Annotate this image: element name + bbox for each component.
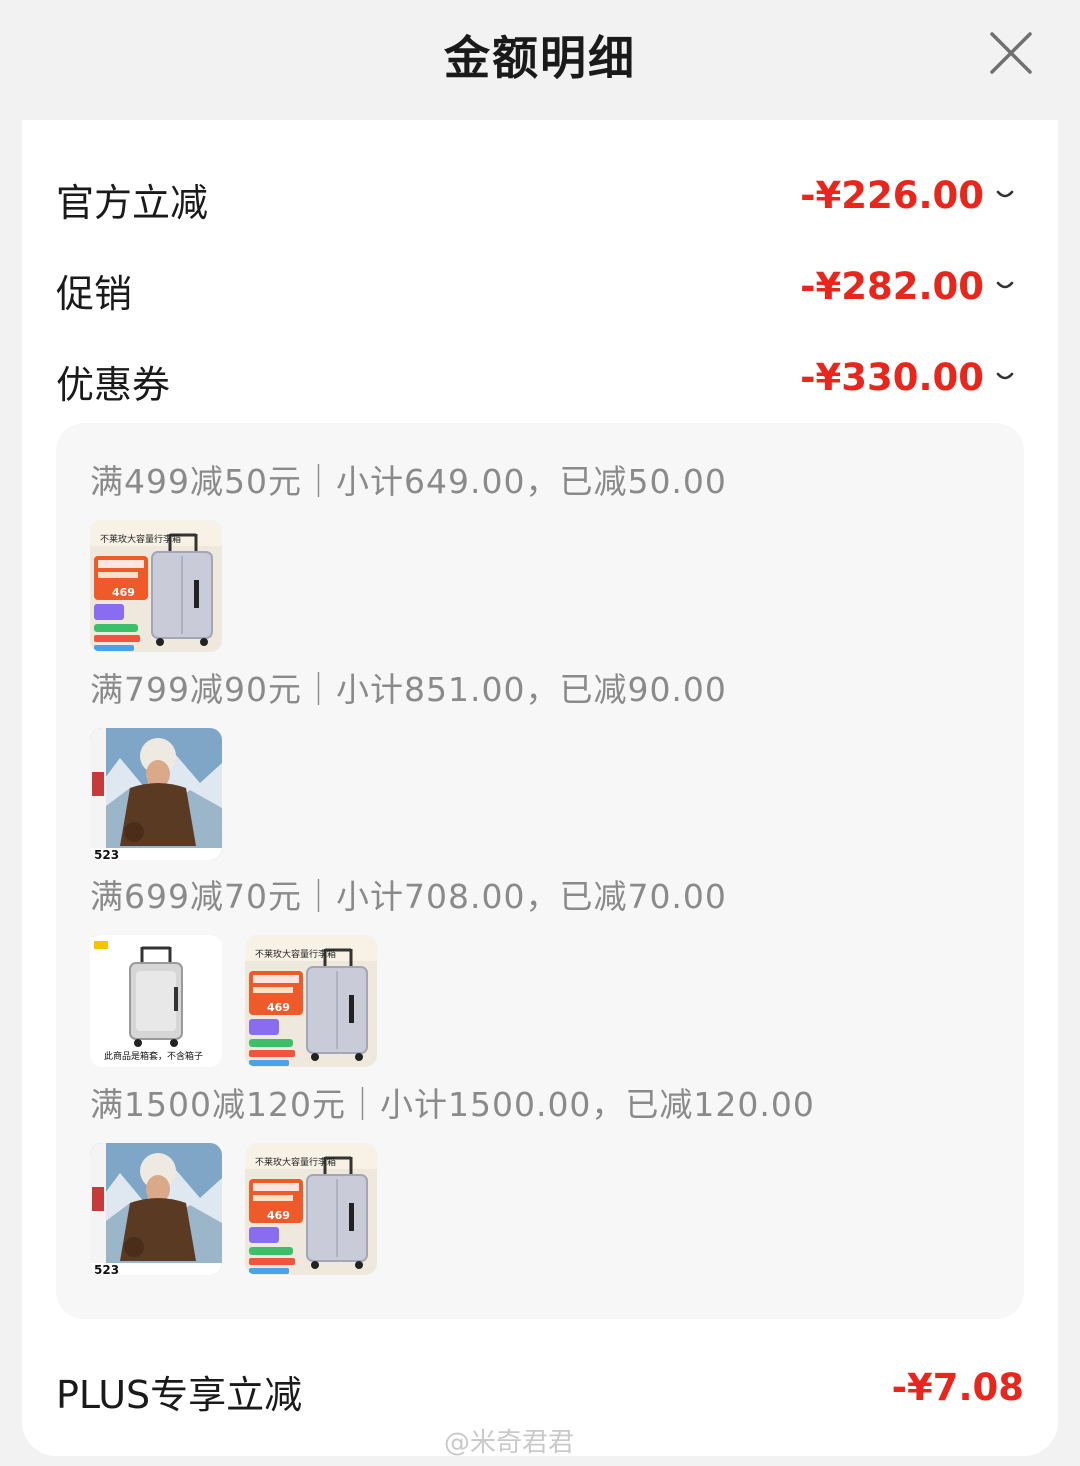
coupon-rule: 满799减90元｜小计851.00，已减90.00 bbox=[90, 670, 727, 709]
chevron-down-icon[interactable] bbox=[994, 184, 1016, 206]
chevron-up-icon[interactable] bbox=[994, 366, 1016, 388]
amount-detail-card: 官方立减 -¥226.00 促销 -¥282.00 优惠券 -¥330.00 满… bbox=[22, 120, 1058, 1456]
plus-discount-row: PLUS专享立减 -¥7.08 bbox=[56, 1360, 1024, 1420]
watermark: @米奇君君 bbox=[444, 1428, 575, 1458]
chevron-down-icon[interactable] bbox=[994, 275, 1016, 297]
suitcase-ad-headline: 不莱玫大容量行李箱 bbox=[255, 1156, 336, 1168]
suitcase-ad-price: 469 bbox=[112, 586, 135, 599]
product-thumbnail-jacket[interactable]: 523 bbox=[90, 728, 222, 860]
discount-amount: -¥330.00 bbox=[800, 356, 984, 399]
discount-row-coupon[interactable]: 优惠券 -¥330.00 bbox=[56, 350, 1016, 410]
jacket-price: 523 bbox=[94, 1263, 119, 1275]
product-thumbnail-suitcase[interactable]: 不莱玫大容量行李箱 469 bbox=[90, 520, 222, 652]
product-thumbnail-suitcase-cover[interactable]: 此商品是箱套，不含箱子 bbox=[90, 935, 222, 1067]
discount-row-official[interactable]: 官方立减 -¥226.00 bbox=[56, 168, 1016, 228]
suitcase-ad-price: 469 bbox=[267, 1001, 290, 1014]
product-thumbnail-suitcase[interactable]: 不莱玫大容量行李箱 469 bbox=[245, 935, 377, 1067]
discount-amount: -¥226.00 bbox=[800, 174, 984, 217]
discount-label: 优惠券 bbox=[56, 363, 171, 407]
product-thumbnail-jacket[interactable]: 523 bbox=[90, 1143, 222, 1275]
header: 金额明细 bbox=[0, 0, 1080, 120]
coupon-detail-panel: 满499减50元｜小计649.00，已减50.00 不莱玫大容量行李箱 469 … bbox=[56, 423, 1024, 1319]
product-thumbnail-suitcase[interactable]: 不莱玫大容量行李箱 469 bbox=[245, 1143, 377, 1275]
coupon-rule: 满1500减120元｜小计1500.00，已减120.00 bbox=[90, 1085, 815, 1124]
discount-label: 官方立减 bbox=[56, 181, 209, 225]
coupon-rule: 满499减50元｜小计649.00，已减50.00 bbox=[90, 462, 727, 501]
suitcase-ad-headline: 不莱玫大容量行李箱 bbox=[255, 948, 336, 960]
discount-amount: -¥282.00 bbox=[800, 265, 984, 308]
discount-row-promotion[interactable]: 促销 -¥282.00 bbox=[56, 259, 1016, 319]
jacket-price: 523 bbox=[94, 848, 119, 860]
discount-label: 促销 bbox=[56, 272, 133, 316]
plus-discount-label: PLUS专享立减 bbox=[56, 1373, 303, 1417]
close-icon[interactable] bbox=[988, 30, 1034, 76]
suitcase-cover-caption: 此商品是箱套，不含箱子 bbox=[104, 1050, 203, 1062]
coupon-rule: 满699减70元｜小计708.00，已减70.00 bbox=[90, 877, 727, 916]
suitcase-ad-price: 469 bbox=[267, 1209, 290, 1222]
plus-discount-amount: -¥7.08 bbox=[891, 1366, 1024, 1409]
page-title: 金额明细 bbox=[444, 31, 636, 85]
suitcase-ad-headline: 不莱玫大容量行李箱 bbox=[100, 533, 181, 545]
